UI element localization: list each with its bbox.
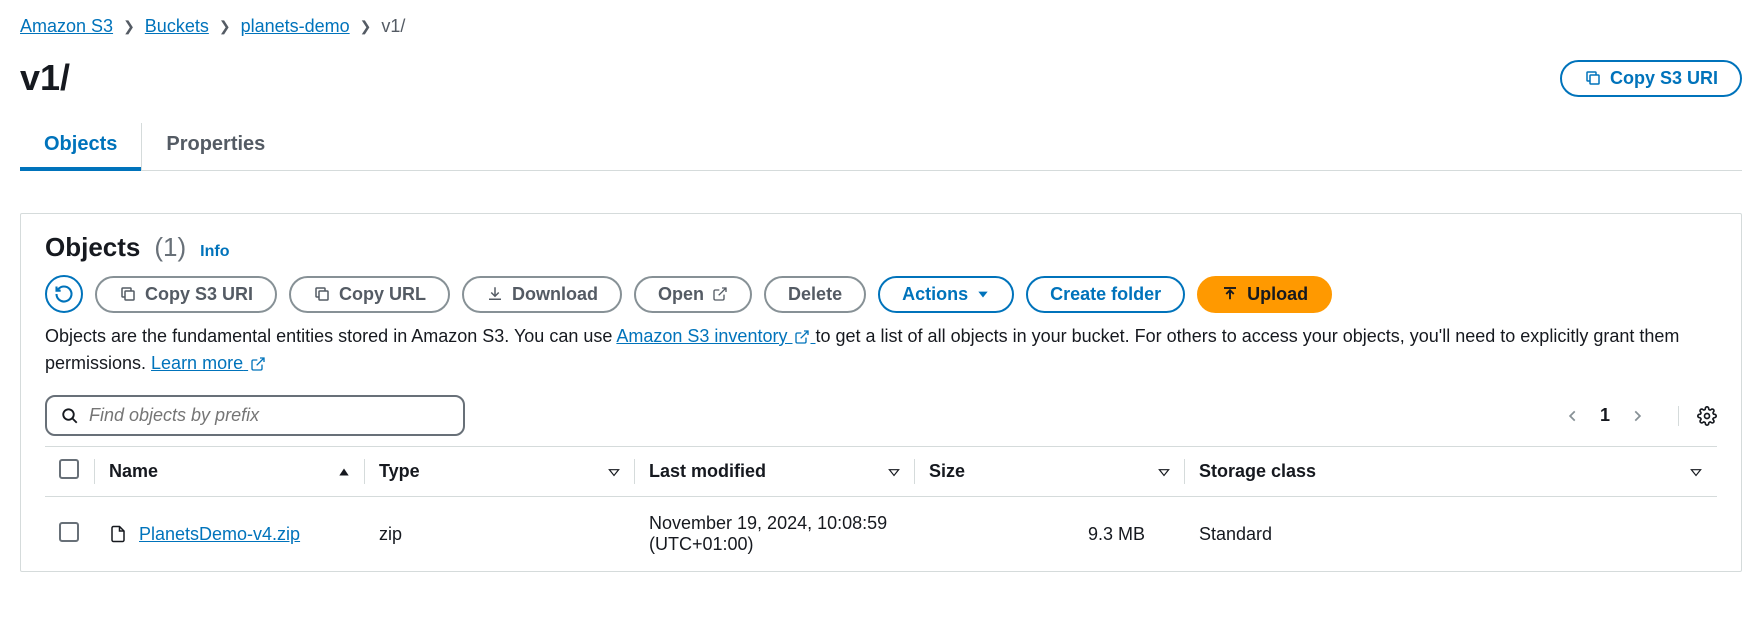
sort-asc-icon[interactable] xyxy=(337,465,351,479)
copy-s3-uri-button[interactable]: Copy S3 URI xyxy=(1560,60,1742,97)
copy-icon xyxy=(119,285,137,303)
prev-page-button[interactable] xyxy=(1566,409,1580,423)
copy-s3-uri-label: Copy S3 URI xyxy=(1610,68,1718,89)
toolbar: Copy S3 URI Copy URL Download Open Delet… xyxy=(45,275,1717,313)
info-link[interactable]: Info xyxy=(200,243,229,261)
settings-button[interactable] xyxy=(1678,406,1717,426)
chevron-right-icon: ❯ xyxy=(219,18,231,35)
upload-button[interactable]: Upload xyxy=(1197,276,1332,313)
cell-size: 9.3 MB xyxy=(915,497,1185,572)
learn-more-text: Learn more xyxy=(151,353,243,373)
copy-s3-uri-label: Copy S3 URI xyxy=(145,284,253,305)
col-storage-class[interactable]: Storage class xyxy=(1199,461,1316,482)
delete-label: Delete xyxy=(788,284,842,305)
search-pager-row: 1 xyxy=(45,395,1717,436)
copy-url-button[interactable]: Copy URL xyxy=(289,276,450,313)
tab-properties[interactable]: Properties xyxy=(142,123,289,170)
tab-objects[interactable]: Objects xyxy=(20,123,142,170)
col-name[interactable]: Name xyxy=(109,461,158,482)
filter-icon[interactable] xyxy=(607,465,621,479)
object-name-link[interactable]: PlanetsDemo-v4.zip xyxy=(139,524,300,545)
page-header: v1/ Copy S3 URI xyxy=(20,57,1742,99)
search-box[interactable] xyxy=(45,395,465,436)
crumb-bucket-name[interactable]: planets-demo xyxy=(241,16,350,37)
search-icon xyxy=(61,407,79,425)
crumb-buckets[interactable]: Buckets xyxy=(145,16,209,37)
download-icon xyxy=(486,285,504,303)
create-folder-label: Create folder xyxy=(1050,284,1161,305)
objects-panel: Objects (1) Info Copy S3 URI Copy URL Do… xyxy=(20,213,1742,572)
col-last-modified[interactable]: Last modified xyxy=(649,461,766,482)
copy-s3-uri-toolbar-button[interactable]: Copy S3 URI xyxy=(95,276,277,313)
copy-icon xyxy=(313,285,331,303)
select-all-checkbox[interactable] xyxy=(59,459,79,479)
inventory-link[interactable]: Amazon S3 inventory xyxy=(616,326,815,346)
crumb-current: v1/ xyxy=(381,16,405,37)
actions-label: Actions xyxy=(902,284,968,305)
cell-storage-class: Standard xyxy=(1185,497,1717,572)
pager: 1 xyxy=(1566,405,1717,426)
download-button[interactable]: Download xyxy=(462,276,622,313)
upload-icon xyxy=(1221,285,1239,303)
breadcrumb: Amazon S3 ❯ Buckets ❯ planets-demo ❯ v1/ xyxy=(20,16,1742,37)
filter-icon[interactable] xyxy=(887,465,901,479)
panel-title: Objects xyxy=(45,232,140,263)
filter-icon[interactable] xyxy=(1689,465,1703,479)
copy-url-label: Copy URL xyxy=(339,284,426,305)
desc-part1: Objects are the fundamental entities sto… xyxy=(45,326,616,346)
learn-more-link[interactable]: Learn more xyxy=(151,353,266,373)
col-type[interactable]: Type xyxy=(379,461,420,482)
table-row: PlanetsDemo-v4.zip zip November 19, 2024… xyxy=(45,497,1717,572)
caret-down-icon xyxy=(976,287,990,301)
panel-count: (1) xyxy=(154,232,186,263)
cell-type: zip xyxy=(365,497,635,572)
refresh-button[interactable] xyxy=(45,275,83,313)
external-link-icon xyxy=(712,286,728,302)
cell-last-modified: November 19, 2024, 10:08:59 (UTC+01:00) xyxy=(635,497,915,572)
upload-label: Upload xyxy=(1247,284,1308,305)
objects-table: Name Type Last modified xyxy=(45,446,1717,571)
filter-icon[interactable] xyxy=(1157,465,1171,479)
open-button[interactable]: Open xyxy=(634,276,752,313)
chevron-right-icon: ❯ xyxy=(360,18,372,35)
panel-header: Objects (1) Info xyxy=(45,232,1717,263)
page-title: v1/ xyxy=(20,57,70,99)
tabs: Objects Properties xyxy=(20,123,1742,171)
panel-description: Objects are the fundamental entities sto… xyxy=(45,323,1717,377)
col-size[interactable]: Size xyxy=(929,461,965,482)
delete-button[interactable]: Delete xyxy=(764,276,866,313)
next-page-button[interactable] xyxy=(1630,409,1644,423)
actions-dropdown[interactable]: Actions xyxy=(878,276,1014,313)
download-label: Download xyxy=(512,284,598,305)
copy-icon xyxy=(1584,69,1602,87)
page-number: 1 xyxy=(1600,405,1610,426)
file-icon xyxy=(109,523,127,545)
chevron-right-icon: ❯ xyxy=(123,18,135,35)
search-input[interactable] xyxy=(89,405,449,426)
create-folder-button[interactable]: Create folder xyxy=(1026,276,1185,313)
open-label: Open xyxy=(658,284,704,305)
crumb-s3[interactable]: Amazon S3 xyxy=(20,16,113,37)
inventory-link-text: Amazon S3 inventory xyxy=(616,326,787,346)
row-checkbox[interactable] xyxy=(59,522,79,542)
